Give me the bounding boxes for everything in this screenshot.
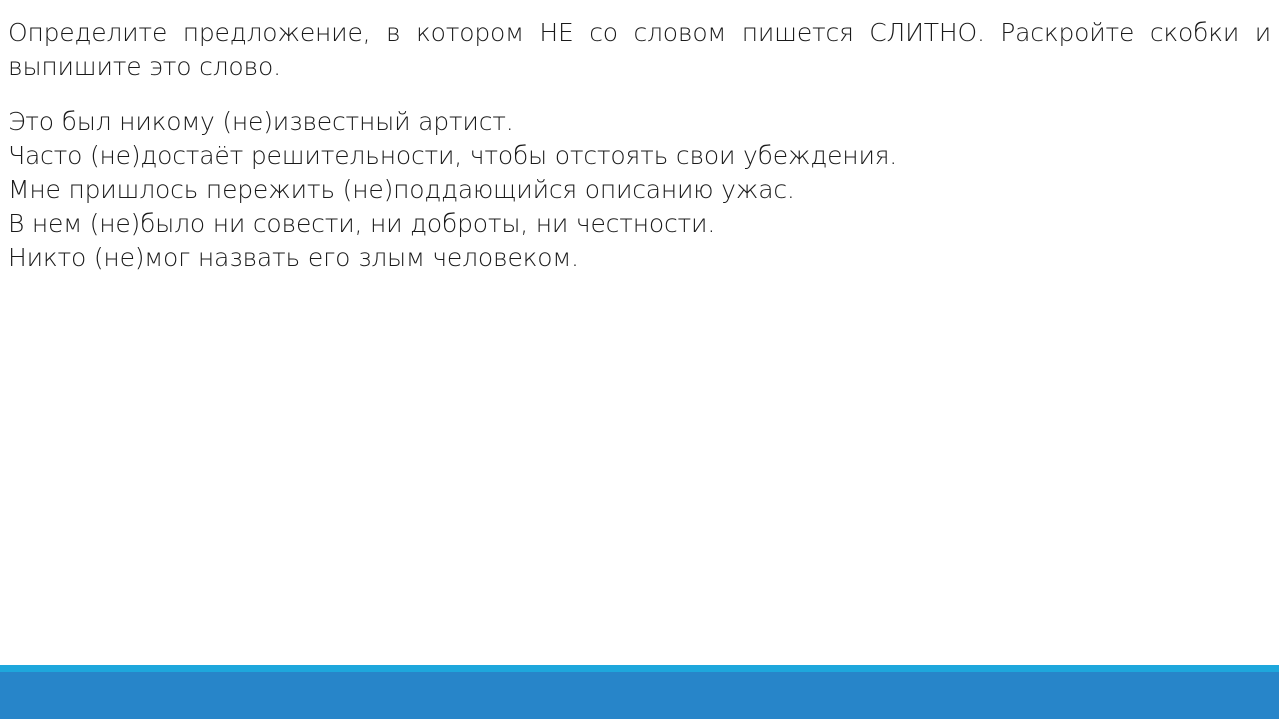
- sentence-list: Это был никому (не)известный артист. Час…: [8, 105, 897, 275]
- sentence-item: В нем (не)было ни совести, ни доброты, н…: [8, 209, 716, 238]
- sentence-item: Это был никому (не)известный артист.: [8, 107, 514, 136]
- sentence-item: Никто (не)мог назвать его злым человеком…: [8, 243, 579, 272]
- task-instruction: Определите предложение, в котором НЕ со …: [8, 18, 1271, 81]
- footer-bar: [0, 672, 1279, 719]
- sentence-item: Мне пришлось пережить (не)поддающийся оп…: [8, 175, 795, 204]
- slide: Определите предложение, в котором НЕ со …: [0, 0, 1279, 719]
- footer-accent-stripe: [0, 665, 1279, 672]
- sentence-item: Часто (не)достаёт решительности, чтобы о…: [8, 141, 898, 170]
